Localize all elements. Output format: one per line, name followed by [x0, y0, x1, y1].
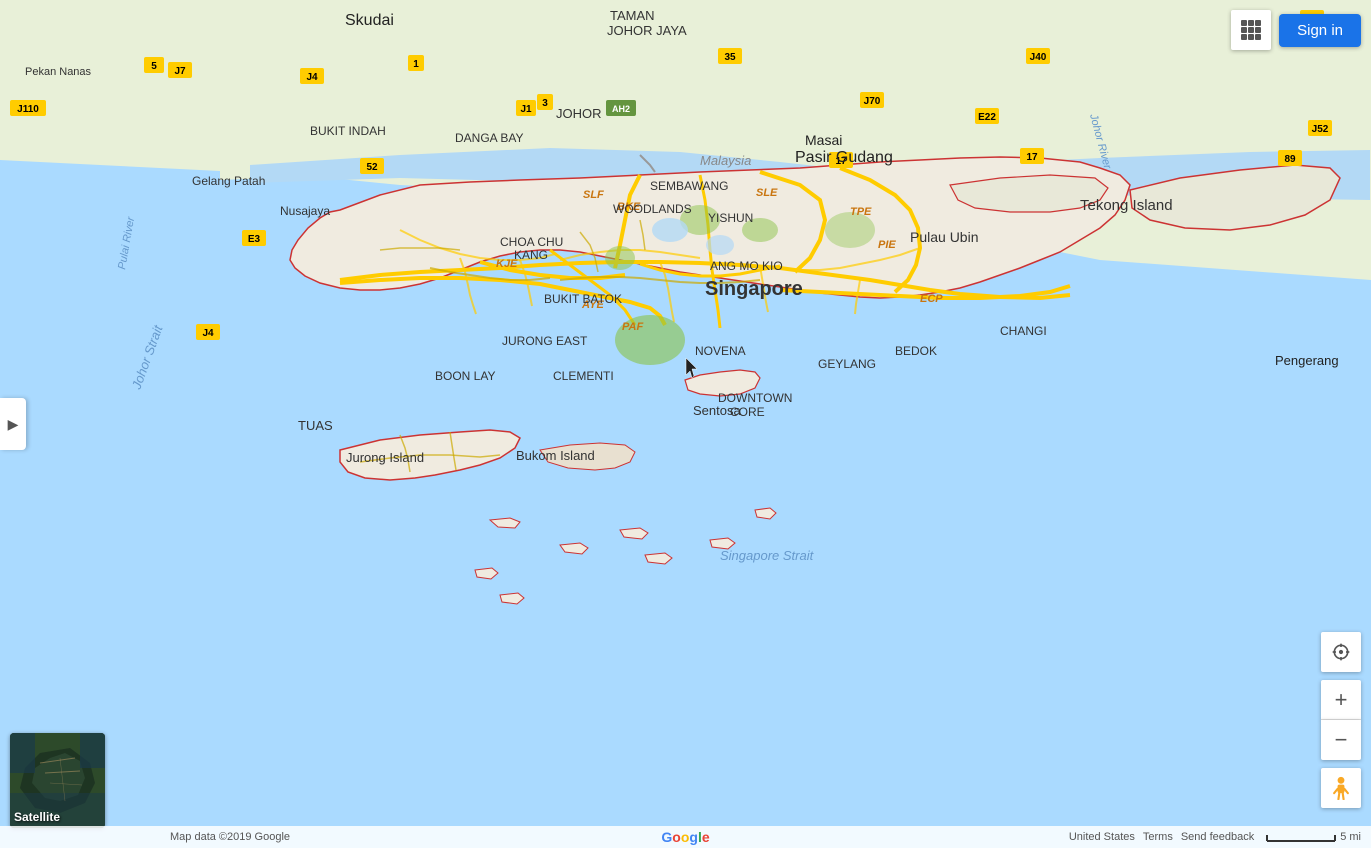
- svg-text:Skudai: Skudai: [345, 12, 394, 29]
- svg-text:CHANGI: CHANGI: [1000, 324, 1047, 338]
- svg-text:NOVENA: NOVENA: [695, 344, 746, 358]
- svg-text:BUKIT INDAH: BUKIT INDAH: [310, 124, 386, 138]
- locate-button[interactable]: [1321, 632, 1361, 672]
- scale-bar: 5 mi: [1266, 831, 1361, 843]
- google-apps-button[interactable]: [1231, 10, 1271, 50]
- svg-text:SEMBAWANG: SEMBAWANG: [650, 179, 728, 193]
- svg-text:TUAS: TUAS: [298, 418, 333, 433]
- sign-in-button[interactable]: Sign in: [1279, 14, 1361, 47]
- svg-text:Jurong Island: Jurong Island: [346, 450, 424, 465]
- svg-text:ECP: ECP: [920, 293, 943, 305]
- svg-text:J110: J110: [17, 104, 39, 115]
- svg-text:J4: J4: [202, 328, 214, 339]
- map-controls: + −: [1321, 632, 1361, 808]
- map-data-text: Map data ©2019 Google: [170, 831, 290, 843]
- svg-text:Malaysia: Malaysia: [700, 153, 751, 168]
- bottom-bar-right: United States Terms Send feedback 5 mi: [1069, 831, 1361, 843]
- svg-text:YISHUN: YISHUN: [708, 211, 753, 225]
- zoom-out-button[interactable]: −: [1321, 720, 1361, 760]
- united-states-link[interactable]: United States: [1069, 831, 1135, 843]
- svg-text:BOON LAY: BOON LAY: [435, 369, 495, 383]
- bottom-bar-left: Map data ©2019 Google: [170, 831, 290, 843]
- svg-text:1: 1: [413, 59, 419, 70]
- top-right-controls: Sign in: [1231, 10, 1361, 50]
- svg-text:TPE: TPE: [850, 206, 872, 218]
- scale-text: 5 mi: [1340, 831, 1361, 843]
- bottom-bar: Map data ©2019 Google Google United Stat…: [0, 826, 1371, 848]
- svg-text:Sentosa: Sentosa: [693, 403, 741, 418]
- zoom-in-button[interactable]: +: [1321, 680, 1361, 720]
- terms-link[interactable]: Terms: [1143, 831, 1173, 843]
- svg-text:Gelang Patah: Gelang Patah: [192, 174, 265, 188]
- google-logo: Google: [661, 829, 709, 845]
- svg-text:Pekan Nanas: Pekan Nanas: [25, 66, 92, 78]
- svg-text:KANG: KANG: [514, 248, 548, 262]
- svg-text:Bukom Island: Bukom Island: [516, 448, 595, 463]
- svg-text:E22: E22: [978, 112, 996, 123]
- svg-text:JURONG EAST: JURONG EAST: [502, 334, 588, 348]
- svg-text:PIE: PIE: [878, 239, 896, 251]
- svg-text:J40: J40: [1030, 52, 1047, 63]
- svg-text:3: 3: [542, 98, 548, 109]
- svg-text:J7: J7: [174, 66, 186, 77]
- svg-text:35: 35: [724, 52, 736, 63]
- satellite-view-toggle[interactable]: Satellite: [10, 733, 105, 828]
- svg-text:Masai: Masai: [805, 132, 842, 148]
- svg-text:Pasir Gudang: Pasir Gudang: [795, 149, 893, 166]
- svg-text:52: 52: [366, 162, 378, 173]
- svg-text:CLEMENTI: CLEMENTI: [553, 369, 614, 383]
- send-feedback-link[interactable]: Send feedback: [1181, 831, 1254, 843]
- svg-text:SLF: SLF: [583, 189, 604, 201]
- svg-text:TAMAN: TAMAN: [610, 8, 655, 23]
- svg-text:J70: J70: [864, 96, 881, 107]
- svg-text:J52: J52: [1312, 124, 1329, 135]
- locate-icon: [1331, 642, 1351, 662]
- map-container[interactable]: 5 J7 J4 1 J1 52 3 AH2 35 J70 J40 17 17 E…: [0, 0, 1371, 848]
- svg-text:BEDOK: BEDOK: [895, 344, 937, 358]
- svg-text:J1: J1: [520, 104, 532, 115]
- svg-text:Nusajaya: Nusajaya: [280, 204, 330, 218]
- svg-text:CHOA CHU: CHOA CHU: [500, 235, 563, 249]
- svg-text:JOHOR JAYA: JOHOR JAYA: [607, 23, 687, 38]
- sidebar-toggle-button[interactable]: ▶: [0, 398, 26, 450]
- scale-line: [1266, 831, 1336, 843]
- map-canvas: 5 J7 J4 1 J1 52 3 AH2 35 J70 J40 17 17 E…: [0, 0, 1371, 848]
- svg-text:DANGA BAY: DANGA BAY: [455, 131, 523, 145]
- svg-text:GEYLANG: GEYLANG: [818, 357, 876, 371]
- svg-text:Pengerang: Pengerang: [1275, 353, 1339, 368]
- svg-text:5: 5: [151, 61, 157, 72]
- svg-text:17: 17: [1026, 152, 1038, 163]
- svg-text:BUKIT BATOK: BUKIT BATOK: [544, 292, 622, 306]
- chevron-right-icon: ▶: [8, 416, 19, 433]
- svg-text:Pulau Ubin: Pulau Ubin: [910, 229, 979, 245]
- svg-text:J4: J4: [306, 72, 318, 83]
- pegman-icon: [1331, 776, 1351, 800]
- grid-icon: [1241, 20, 1261, 40]
- svg-text:AH2: AH2: [612, 104, 630, 114]
- svg-text:WOODLANDS: WOODLANDS: [613, 202, 692, 216]
- svg-text:SLE: SLE: [756, 187, 778, 199]
- satellite-label: Satellite: [14, 810, 60, 824]
- svg-text:Tekong Island: Tekong Island: [1080, 197, 1173, 214]
- svg-text:JOHOR: JOHOR: [556, 106, 602, 121]
- svg-text:E3: E3: [248, 234, 261, 245]
- svg-text:PAF: PAF: [622, 321, 643, 333]
- svg-text:89: 89: [1284, 154, 1296, 165]
- street-view-button[interactable]: [1321, 768, 1361, 808]
- svg-text:Singapore Strait: Singapore Strait: [720, 548, 815, 563]
- svg-text:ANG MO KIO: ANG MO KIO: [710, 259, 783, 273]
- svg-text:Singapore: Singapore: [705, 278, 803, 300]
